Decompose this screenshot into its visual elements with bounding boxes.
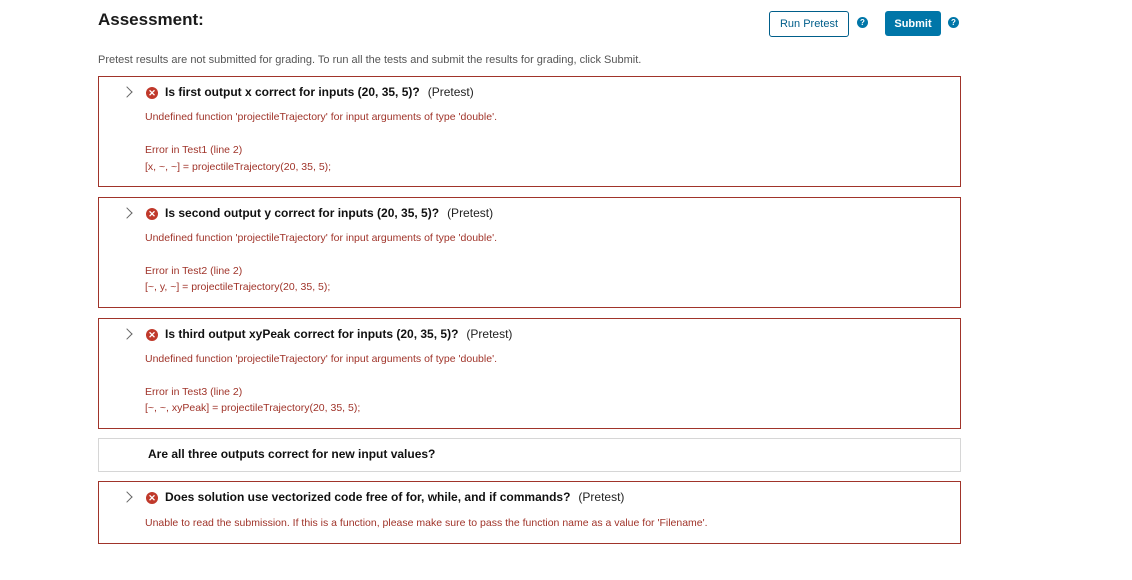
run-pretest-button[interactable]: Run Pretest [769,11,849,37]
pretest-tag: (Pretest) [578,490,625,504]
test-result-item: Are all three outputs correct for new in… [98,438,961,472]
assessment-panel: Assessment: Run Pretest ? Submit ? Prete… [0,0,1132,580]
error-code: [x, ~, ~] = projectileTrajectory(20, 35,… [145,161,332,173]
help-icon[interactable]: ? [948,17,959,28]
chevron-right-icon[interactable] [121,86,133,98]
error-location: Error in Test1 (line 2) [145,144,243,156]
error-message: Undefined function 'projectileTrajectory… [145,232,497,244]
test-result-item[interactable]: ✕ Is second output y correct for inputs … [98,197,961,308]
error-icon: ✕ [146,329,158,341]
chevron-right-icon[interactable] [121,207,133,219]
error-location: Error in Test2 (line 2) [145,265,243,277]
error-message: Undefined function 'projectileTrajectory… [145,353,497,365]
page-title: Assessment: [98,10,204,29]
pretest-tag: (Pretest) [466,327,513,341]
test-question: Is second output y correct for inputs (2… [165,206,494,220]
test-question: Does solution use vectorized code free o… [165,490,625,504]
test-result-item[interactable]: ✕ Does solution use vectorized code free… [98,481,961,544]
error-code: [~, y, ~] = projectileTrajectory(20, 35,… [145,281,331,293]
pretest-tag: (Pretest) [427,85,474,99]
submit-button[interactable]: Submit [885,11,941,36]
test-result-item[interactable]: ✕ Is third output xyPeak correct for inp… [98,318,961,429]
error-message: Undefined function 'projectileTrajectory… [145,111,497,123]
chevron-right-icon[interactable] [121,328,133,340]
error-code: [~, ~, xyPeak] = projectileTrajectory(20… [145,402,361,414]
test-result-item[interactable]: ✕ Is first output x correct for inputs (… [98,76,961,187]
error-icon: ✕ [146,87,158,99]
error-icon: ✕ [146,492,158,504]
chevron-right-icon[interactable] [121,491,133,503]
error-message: Unable to read the submission. If this i… [145,517,708,529]
test-question: Is first output x correct for inputs (20… [165,85,474,99]
error-location: Error in Test3 (line 2) [145,386,243,398]
test-question: Is third output xyPeak correct for input… [165,327,513,341]
help-icon[interactable]: ? [857,17,868,28]
test-question: Are all three outputs correct for new in… [148,447,436,461]
pretest-note: Pretest results are not submitted for gr… [98,54,642,66]
pretest-tag: (Pretest) [447,206,494,220]
error-icon: ✕ [146,208,158,220]
